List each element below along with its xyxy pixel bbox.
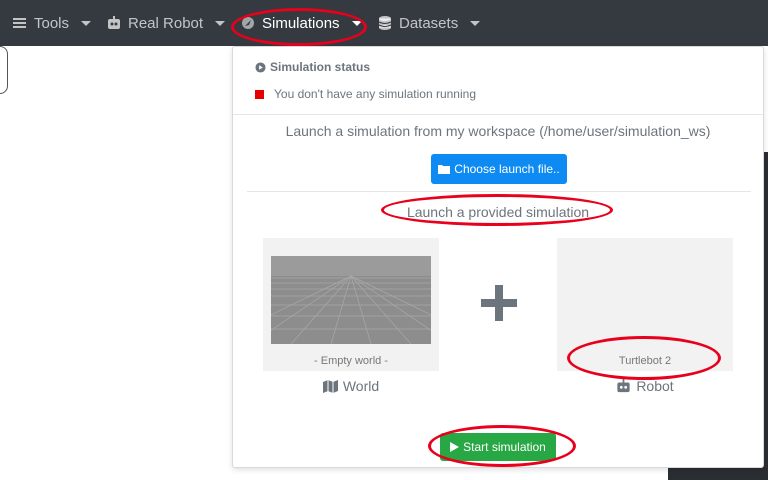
nav-datasets-label: Datasets <box>399 14 459 32</box>
start-simulation-label: Start simulation <box>463 440 546 454</box>
chevron-down-icon <box>351 20 362 26</box>
world-card-caption: - Empty world - <box>314 355 388 367</box>
plus-icon <box>481 285 517 321</box>
divider <box>247 191 751 192</box>
status-row: You don't have any simulation running <box>255 87 476 101</box>
workspace-heading: Launch a simulation from my workspace (/… <box>285 123 711 139</box>
nav-simulations-label: Simulations <box>262 14 340 32</box>
robot-card-caption: Turtlebot 2 <box>618 355 672 367</box>
chevron-down-icon <box>81 20 92 26</box>
world-label-text: World <box>342 378 380 394</box>
play-circle-icon <box>255 61 266 73</box>
map-icon <box>322 379 338 393</box>
nav-tools-label: Tools <box>34 14 70 32</box>
robot-icon <box>108 16 120 29</box>
chevron-down-icon <box>215 20 226 26</box>
simulations-dropdown: Simulation status You don't have any sim… <box>232 46 764 468</box>
chevron-down-icon <box>470 20 481 26</box>
nav-real-robot-label: Real Robot <box>128 14 204 32</box>
world-label: World <box>263 378 439 394</box>
start-simulation-button[interactable]: Start simulation <box>440 433 556 461</box>
nav-datasets[interactable]: Datasets <box>377 0 481 46</box>
top-navbar: Tools Real Robot Simulations Datasets <box>0 0 768 46</box>
nav-simulations[interactable]: Simulations <box>240 0 362 46</box>
robot-label-text: Robot <box>636 378 674 394</box>
empty-world-thumbnail <box>271 256 431 344</box>
status-indicator-icon <box>255 89 264 99</box>
play-icon <box>450 442 460 452</box>
simulation-status-section: Simulation status You don't have any sim… <box>233 47 763 113</box>
robot-card[interactable]: Turtlebot 2 <box>557 238 733 371</box>
choose-launch-file-label: Choose launch file.. <box>454 162 560 176</box>
nav-tools[interactable]: Tools <box>12 0 92 46</box>
grid-floor-image <box>271 256 431 344</box>
robot-label: Robot <box>557 378 733 394</box>
world-card[interactable]: - Empty world - <box>263 238 439 371</box>
status-title-label: Simulation status <box>270 60 371 74</box>
provided-simulation-heading: Launch a provided simulation <box>406 204 590 220</box>
choose-launch-file-button[interactable]: Choose launch file.. <box>431 154 567 184</box>
divider <box>233 114 763 115</box>
status-message: You don't have any simulation running <box>274 87 476 101</box>
folder-icon <box>438 165 451 174</box>
database-icon <box>378 16 392 30</box>
status-title: Simulation status <box>255 60 370 74</box>
robot-icon <box>617 379 630 393</box>
nav-real-robot[interactable]: Real Robot <box>106 0 226 46</box>
hamburger-icon <box>13 18 26 28</box>
background-panel-edge <box>0 46 8 94</box>
rocket-icon <box>242 17 254 29</box>
